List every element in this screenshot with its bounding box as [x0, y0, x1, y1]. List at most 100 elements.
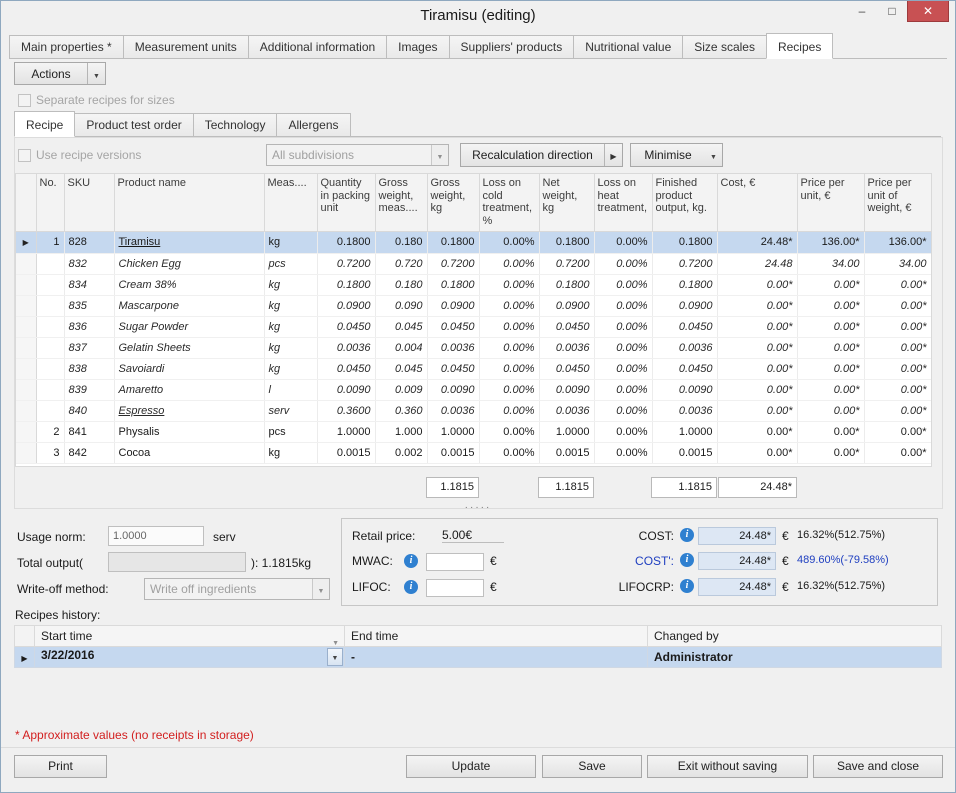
save-and-close-button[interactable]: Save and close	[813, 755, 943, 778]
grid-cell: 0.00*	[864, 379, 931, 400]
subtab-technology[interactable]: Technology	[193, 113, 278, 136]
tab-recipes[interactable]: Recipes	[766, 33, 833, 59]
use-recipe-versions-checkbox[interactable]: Use recipe versions	[18, 148, 141, 162]
grid-column-header[interactable]: Loss on cold treatment, %	[479, 174, 539, 231]
actions-button[interactable]: Actions	[14, 62, 106, 85]
maximize-button[interactable]: □	[877, 1, 907, 22]
grid-row[interactable]: 840Espressoserv0.36000.3600.00360.00%0.0…	[16, 400, 931, 421]
info-icon[interactable]	[680, 528, 694, 542]
subtab-product-test-order[interactable]: Product test order	[74, 113, 193, 136]
history-column-start-time[interactable]: Start time	[35, 626, 345, 647]
grid-cell	[36, 358, 64, 379]
grid-cell[interactable]: Espresso	[114, 400, 264, 421]
tab-images[interactable]: Images	[386, 35, 449, 58]
cost-prime-label: COST':	[582, 554, 674, 568]
grid-column-header[interactable]: Gross weight, kg	[427, 174, 479, 231]
chevron-down-icon	[332, 649, 339, 663]
total-output-input[interactable]	[108, 552, 246, 572]
grid-column-header[interactable]: Net weight, kg	[539, 174, 594, 231]
tab-size-scales[interactable]: Size scales	[682, 35, 767, 58]
history-start-time-cell[interactable]: 3/22/2016	[35, 647, 345, 668]
grid-column-header[interactable]: SKU	[64, 174, 114, 231]
total-cost: 24.48*	[718, 477, 797, 498]
grid-column-header[interactable]: Gross weight, meas....	[375, 174, 427, 231]
tab-additional-information[interactable]: Additional information	[248, 35, 387, 58]
lifoc-input[interactable]	[426, 579, 484, 597]
grid-row[interactable]: 835Mascarponekg0.09000.0900.09000.00%0.0…	[16, 295, 931, 316]
grid-row[interactable]: ▶1828Tiramisukg0.18000.1800.18000.00%0.1…	[16, 231, 931, 253]
main-tabstrip: Main properties *Measurement unitsAdditi…	[9, 33, 947, 59]
grid-row[interactable]: 834Cream 38%kg0.18000.1800.18000.00%0.18…	[16, 274, 931, 295]
history-column-end-time[interactable]: End time	[345, 626, 648, 647]
grid-row[interactable]: 836Sugar Powderkg0.04500.0450.04500.00%0…	[16, 316, 931, 337]
close-button[interactable]: ✕	[907, 1, 949, 22]
usage-norm-input[interactable]	[108, 526, 204, 546]
grid-column-header[interactable]: No.	[36, 174, 64, 231]
tab-nutritional-value[interactable]: Nutritional value	[573, 35, 683, 58]
grid-cell: 0.720	[375, 253, 427, 274]
tab-suppliers-products[interactable]: Suppliers' products	[449, 35, 575, 58]
grid-column-header[interactable]: Price per unit, €	[797, 174, 864, 231]
separate-recipes-checkbox[interactable]: Separate recipes for sizes	[18, 93, 175, 107]
mwac-input[interactable]	[426, 553, 484, 571]
grid-column-header[interactable]: Cost, €	[717, 174, 797, 231]
grid-cell: kg	[264, 358, 317, 379]
subtab-allergens[interactable]: Allergens	[276, 113, 350, 136]
tab-measurement-units[interactable]: Measurement units	[123, 35, 249, 58]
cost-prime-value: 24.48*	[698, 552, 776, 570]
total-output-label: Total output(	[17, 556, 83, 570]
recalculation-direction-button[interactable]: Recalculation direction	[460, 143, 623, 167]
grid-cell: 1.0000	[427, 421, 479, 442]
splitter-handle[interactable]	[1, 502, 955, 512]
row-indicator-cell	[16, 337, 36, 358]
row-indicator-cell	[16, 316, 36, 337]
history-column-changed-by[interactable]: Changed by	[648, 626, 942, 647]
grid-column-header[interactable]: Loss on heat treatment,	[594, 174, 652, 231]
info-icon[interactable]	[680, 579, 694, 593]
grid-cell: 0.090	[375, 295, 427, 316]
info-icon[interactable]	[404, 554, 418, 568]
grid-column-header[interactable]: Finished product output, kg.	[652, 174, 717, 231]
row-indicator-cell: ▶	[15, 647, 35, 668]
grid-cell: 1.0000	[317, 421, 375, 442]
grid-cell: 0.00*	[797, 337, 864, 358]
window-controls: – □ ✕	[847, 1, 949, 22]
grid-row[interactable]: 839Amarettol0.00900.0090.00900.00%0.0090…	[16, 379, 931, 400]
grid-column-header[interactable]: Product name	[114, 174, 264, 231]
app-window: Tiramisu (editing) – □ ✕ Main properties…	[0, 0, 956, 793]
subtab-recipe[interactable]: Recipe	[14, 111, 75, 137]
subdivision-select[interactable]: All subdivisions	[266, 144, 449, 166]
grid-row[interactable]: 3842Cocoakg0.00150.0020.00150.00%0.00150…	[16, 442, 931, 463]
tab-main-properties[interactable]: Main properties *	[9, 35, 124, 58]
history-row[interactable]: ▶ 3/22/2016 - Administrator	[15, 647, 942, 668]
grid-cell[interactable]: Tiramisu	[114, 231, 264, 253]
grid-cell: 0.002	[375, 442, 427, 463]
grid-row[interactable]: 832Chicken Eggpcs0.72000.7200.72000.00%0…	[16, 253, 931, 274]
grid-column-header[interactable]: Quantity in packing unit	[317, 174, 375, 231]
info-icon[interactable]	[404, 580, 418, 594]
exit-without-saving-button[interactable]: Exit without saving	[647, 755, 808, 778]
grid-cell: 832	[64, 253, 114, 274]
grid-header-row: No.SKUProduct nameMeas....Quantity in pa…	[16, 174, 931, 231]
grid-cell: 0.00*	[797, 358, 864, 379]
grid-cell: 0.7200	[652, 253, 717, 274]
grid-cell: 0.7200	[539, 253, 594, 274]
grid-cell: 0.00*	[864, 337, 931, 358]
grid-row[interactable]: 838Savoiardikg0.04500.0450.04500.00%0.04…	[16, 358, 931, 379]
grid-column-header[interactable]: Price per unit of weight, €	[864, 174, 931, 231]
grid-cell: 0.00*	[797, 274, 864, 295]
history-date-dropdown[interactable]	[327, 648, 343, 666]
print-button[interactable]: Print	[14, 755, 107, 778]
grid-cell: 0.00*	[797, 316, 864, 337]
grid-row[interactable]: 837Gelatin Sheetskg0.00360.0040.00360.00…	[16, 337, 931, 358]
grid-row[interactable]: 2841Physalispcs1.00001.0001.00000.00%1.0…	[16, 421, 931, 442]
minimize-button[interactable]: –	[847, 1, 877, 22]
info-icon[interactable]	[680, 553, 694, 567]
writeoff-method-select[interactable]: Write off ingredients	[144, 578, 330, 600]
cost-prime-percent: 489.60%(-79.58%)	[797, 554, 889, 566]
save-button[interactable]: Save	[542, 755, 642, 778]
minimise-button[interactable]: Minimise	[630, 143, 723, 167]
grid-column-header[interactable]: Meas....	[264, 174, 317, 231]
update-button[interactable]: Update	[406, 755, 536, 778]
grid-cell: 0.0036	[427, 337, 479, 358]
